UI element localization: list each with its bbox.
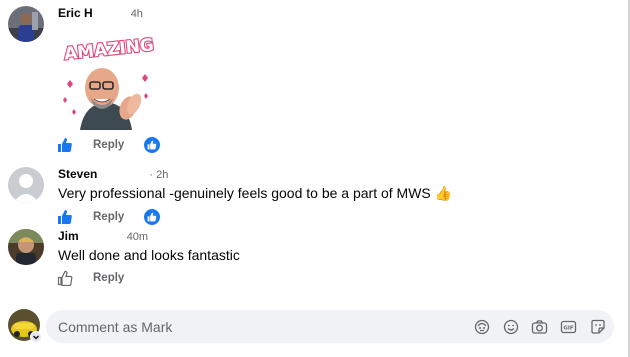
camera-icon[interactable] bbox=[531, 318, 548, 335]
emoji-icon[interactable] bbox=[502, 318, 519, 335]
svg-text:GIF: GIF bbox=[563, 325, 574, 331]
comment-input-box[interactable]: GIF bbox=[46, 310, 614, 343]
like-icon[interactable] bbox=[57, 137, 73, 153]
chevron-down-icon bbox=[33, 335, 39, 340]
comment-actions: Reply bbox=[57, 136, 161, 154]
comment-text: Very professional -genuinely feels good … bbox=[58, 185, 453, 201]
comment-input[interactable] bbox=[58, 318, 458, 335]
comment-actions: Reply bbox=[57, 208, 452, 226]
amazing-sticker: AMAZING! bbox=[58, 26, 164, 132]
comment-author[interactable]: Jim bbox=[58, 229, 79, 243]
like-reaction-icon[interactable] bbox=[144, 209, 161, 225]
sticker-icon[interactable] bbox=[589, 318, 606, 335]
comment-eric: Eric H 4h AMAZING! Reply bbox=[8, 6, 164, 154]
avatar-sticker-icon[interactable] bbox=[473, 318, 490, 335]
avatar[interactable] bbox=[8, 6, 44, 42]
gif-icon[interactable]: GIF bbox=[560, 318, 577, 335]
avatar[interactable] bbox=[8, 229, 44, 265]
composer-toolbar: GIF bbox=[473, 318, 606, 335]
avatar[interactable] bbox=[8, 167, 44, 203]
comment-author[interactable]: Steven bbox=[58, 167, 97, 181]
reply-button[interactable]: Reply bbox=[93, 139, 124, 151]
comment-actions: Reply bbox=[57, 269, 240, 287]
account-switcher-button[interactable] bbox=[30, 331, 42, 343]
comment-jim: Jim 40m Well done and looks fantastic Re… bbox=[8, 229, 240, 287]
reply-button[interactable]: Reply bbox=[93, 211, 124, 223]
comment-author[interactable]: Eric H bbox=[58, 6, 93, 20]
comment-time[interactable]: · 2h bbox=[149, 169, 168, 181]
sticker-text: AMAZING! bbox=[63, 34, 154, 64]
reply-button[interactable]: Reply bbox=[93, 272, 124, 284]
comment-steven: Steven · 2h Very professional -genuinely… bbox=[8, 167, 452, 226]
comment-text: Well done and looks fantastic bbox=[58, 247, 240, 263]
like-icon[interactable] bbox=[57, 209, 73, 225]
comment-time[interactable]: 40m bbox=[127, 231, 148, 243]
comment-time[interactable]: 4h bbox=[131, 8, 143, 20]
like-icon[interactable] bbox=[57, 270, 73, 287]
like-reaction-icon[interactable] bbox=[144, 137, 161, 153]
